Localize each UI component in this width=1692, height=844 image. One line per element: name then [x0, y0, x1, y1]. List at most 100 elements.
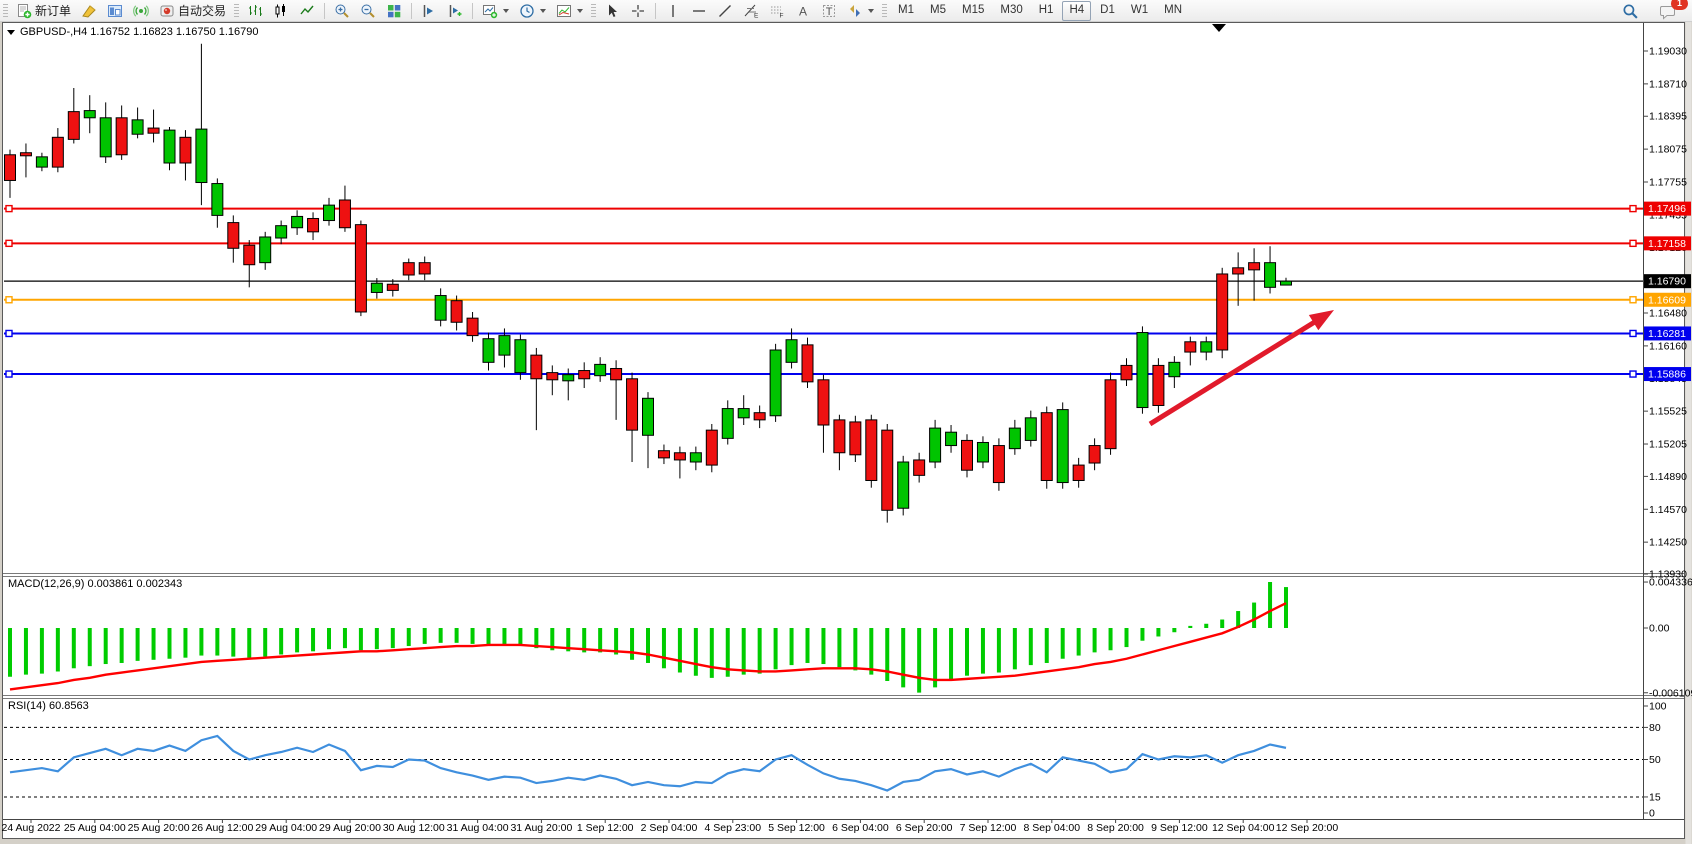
rsi-axis-tick: 15	[1649, 791, 1661, 803]
time-axis-tick: 25 Aug 04:00	[64, 822, 126, 834]
toolbar-grip[interactable]	[3, 4, 8, 18]
tab-timeframe-h4[interactable]: H4	[1062, 1, 1091, 21]
price-badge-label: 1.16281	[1648, 328, 1686, 340]
time-axis-tick: 8 Sep 04:00	[1023, 822, 1080, 834]
line-anchor-handle[interactable]	[6, 297, 12, 303]
vertical-line-button[interactable]	[660, 0, 686, 21]
tab-timeframe-mn[interactable]: MN	[1157, 1, 1189, 21]
new-order-label: 新订单	[35, 2, 71, 19]
arrange-add-button[interactable]	[442, 0, 468, 21]
toolbar-grip[interactable]	[234, 4, 239, 18]
candle-body	[977, 442, 988, 462]
candle-body	[1105, 380, 1116, 449]
candle-body	[148, 128, 159, 133]
chart-window-icon	[107, 3, 123, 19]
template-icon	[556, 3, 572, 19]
time-axis-tick: 4 Sep 23:00	[704, 822, 761, 834]
bar-chart-button[interactable]	[242, 0, 268, 21]
candle-body	[292, 216, 303, 227]
notifications-button[interactable]: 1	[1654, 1, 1682, 22]
candle-body	[308, 218, 319, 231]
tab-timeframe-m30[interactable]: M30	[993, 1, 1029, 21]
candle-body	[738, 409, 749, 418]
trendline-icon	[717, 3, 733, 19]
search-button[interactable]	[1617, 1, 1644, 22]
template-dropdown-caret	[577, 9, 583, 13]
time-axis-tick: 7 Sep 12:00	[960, 822, 1017, 834]
candle-body	[467, 318, 478, 335]
time-axis-tick: 1 Sep 12:00	[577, 822, 634, 834]
line-anchor-handle[interactable]	[1630, 297, 1636, 303]
candle-body	[946, 432, 957, 445]
new-order-button[interactable]: 新订单	[11, 0, 76, 21]
tab-timeframe-m1[interactable]: M1	[891, 1, 921, 21]
line-anchor-handle[interactable]	[1630, 240, 1636, 246]
tab-timeframe-h1[interactable]: H1	[1032, 1, 1061, 21]
text-label-button[interactable]: T	[816, 0, 842, 21]
period-dropdown-caret	[540, 9, 546, 13]
fibonacci-glyph: E	[754, 12, 759, 19]
candle-body	[706, 430, 717, 465]
time-axis-tick: 30 Aug 12:00	[383, 822, 445, 834]
toolbar-grip[interactable]	[591, 4, 596, 18]
candle-body	[754, 413, 765, 420]
candle-body	[611, 368, 622, 379]
channel-button[interactable]: F	[764, 0, 790, 21]
candle-body	[116, 118, 127, 155]
zoom-in-button[interactable]	[329, 0, 355, 21]
tab-timeframe-m15[interactable]: M15	[955, 1, 991, 21]
line-anchor-handle[interactable]	[6, 371, 12, 377]
cursor-button[interactable]	[599, 0, 625, 21]
candle-body	[818, 380, 829, 425]
time-axis-tick: 6 Sep 20:00	[896, 822, 953, 834]
arrange-windows-button[interactable]	[416, 0, 442, 21]
time-axis-tick: 2 Sep 04:00	[641, 822, 698, 834]
channel-glyph: F	[780, 12, 784, 19]
candle-body	[68, 112, 79, 140]
line-anchor-handle[interactable]	[1630, 206, 1636, 212]
candle-body	[499, 336, 510, 356]
candle-body	[1089, 446, 1100, 463]
line-anchor-handle[interactable]	[6, 206, 12, 212]
trendline-button[interactable]	[712, 0, 738, 21]
fibonacci-button[interactable]: E	[738, 0, 764, 21]
candle-body	[690, 453, 701, 462]
horizontal-line-button[interactable]	[686, 0, 712, 21]
line-anchor-handle[interactable]	[1630, 330, 1636, 336]
candle-body	[1025, 418, 1036, 441]
new-chart-button[interactable]	[477, 0, 514, 21]
line-anchor-handle[interactable]	[6, 330, 12, 336]
tile-windows-button[interactable]	[381, 0, 407, 21]
toolbar-grip[interactable]	[882, 4, 887, 18]
time-axis-tick: 12 Sep 04:00	[1212, 822, 1275, 834]
candle-body	[324, 205, 335, 220]
tab-timeframe-m5[interactable]: M5	[923, 1, 953, 21]
new-chart-dropdown-caret	[503, 9, 509, 13]
tab-timeframe-w1[interactable]: W1	[1124, 1, 1155, 21]
autotrade-button[interactable]: 自动交易	[154, 0, 231, 21]
template-button[interactable]	[551, 0, 588, 21]
zoom-out-button[interactable]	[355, 0, 381, 21]
candle-body	[563, 375, 574, 381]
chart-title-dropdown-icon[interactable]	[7, 30, 15, 35]
line-anchor-handle[interactable]	[6, 240, 12, 246]
line-anchor-handle[interactable]	[1630, 371, 1636, 377]
candle-body	[658, 451, 669, 458]
tab-timeframe-d1[interactable]: D1	[1093, 1, 1122, 21]
chart-canvas[interactable]: 1.190301.187101.183951.180751.177551.174…	[0, 0, 1692, 844]
time-axis-tick: 12 Sep 20:00	[1276, 822, 1339, 834]
signals-button[interactable]	[128, 0, 154, 21]
candlestick-chart-button[interactable]	[268, 0, 294, 21]
line-chart-button[interactable]	[294, 0, 320, 21]
candle-body	[132, 120, 143, 134]
candle-body	[595, 364, 606, 375]
candle-body	[180, 137, 191, 163]
period-button[interactable]	[514, 0, 551, 21]
crosshair-button[interactable]	[625, 0, 651, 21]
price-axis-tick: 1.15205	[1649, 439, 1687, 451]
metaeditor-button[interactable]	[76, 0, 102, 21]
shapes-button[interactable]	[842, 0, 879, 21]
text-button[interactable]: A	[790, 0, 816, 21]
candle-body	[100, 118, 111, 157]
chart-window-button[interactable]	[102, 0, 128, 21]
